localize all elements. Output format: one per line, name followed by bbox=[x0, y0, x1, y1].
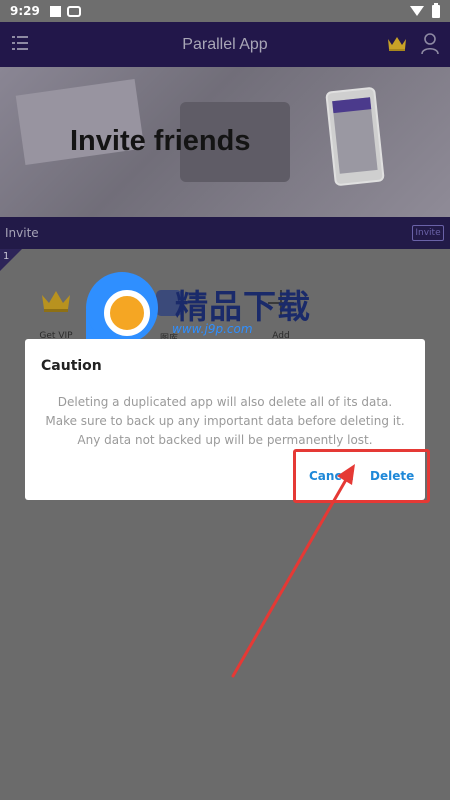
crown-icon bbox=[42, 291, 70, 312]
invite-label: Invite bbox=[5, 226, 39, 240]
watermark-logo-icon bbox=[86, 272, 158, 344]
dialog-title: Caution bbox=[41, 358, 102, 374]
annotation-highlight-box bbox=[293, 449, 430, 503]
grid-item-get-vip[interactable]: Get VIP bbox=[26, 287, 86, 341]
link-icon bbox=[66, 5, 81, 17]
menu-icon[interactable] bbox=[12, 36, 28, 50]
watermark-url: www.j9p.com bbox=[172, 322, 253, 336]
battery-icon bbox=[432, 2, 440, 18]
corner-number: 1 bbox=[3, 251, 10, 262]
status-bar: 9:29 bbox=[0, 0, 450, 22]
app-title: Parallel App bbox=[182, 35, 268, 53]
notification-icon bbox=[49, 5, 61, 17]
status-time: 9:29 bbox=[10, 4, 40, 18]
invite-bar: Invite Invite bbox=[0, 217, 450, 249]
invite-banner[interactable]: Invite friends bbox=[0, 67, 450, 217]
crown-icon[interactable] bbox=[386, 34, 408, 52]
dialog-message: Deleting a duplicated app will also dele… bbox=[45, 395, 405, 447]
phone-illustration bbox=[325, 86, 385, 187]
app-bar: Parallel App bbox=[0, 22, 450, 67]
watermark-text: 精品下载 bbox=[175, 287, 311, 326]
banner-title: Invite friends bbox=[70, 125, 251, 157]
user-icon[interactable] bbox=[420, 32, 440, 56]
wifi-icon bbox=[410, 6, 424, 16]
invite-button[interactable]: Invite bbox=[412, 225, 444, 241]
